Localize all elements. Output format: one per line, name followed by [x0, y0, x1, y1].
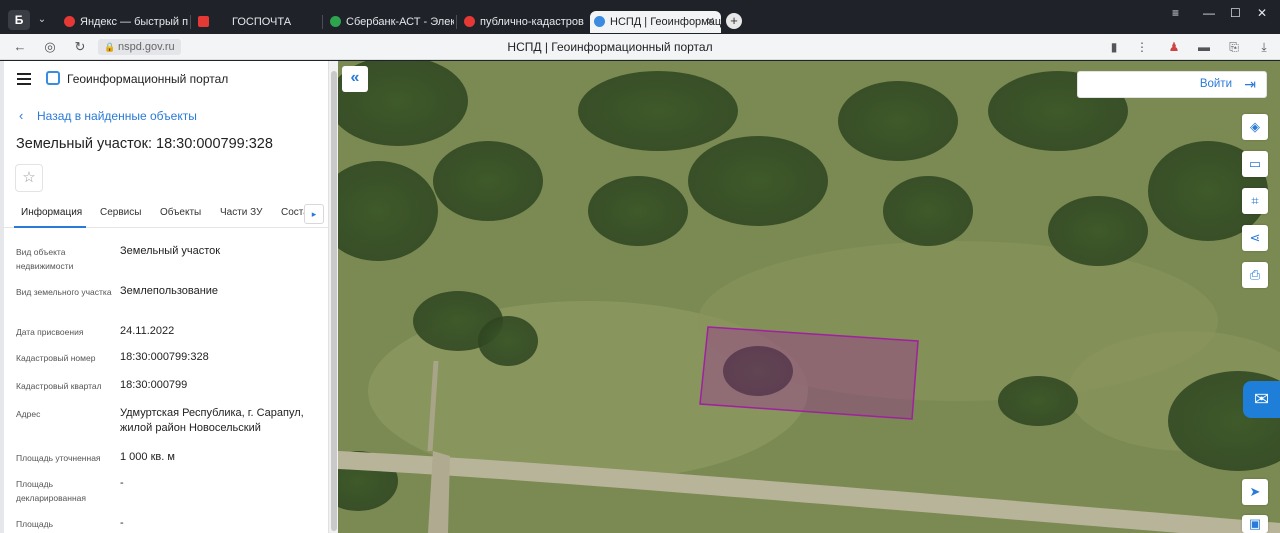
- downloads-icon[interactable]: ⤓: [1256, 39, 1272, 55]
- ruler-icon[interactable]: ▭: [1242, 151, 1268, 177]
- map-mode-icon[interactable]: ▣: [1242, 515, 1268, 533]
- tab-label: ГОСПОЧТА: [232, 16, 292, 28]
- tab-pkk[interactable]: публично-кадастровая к: [460, 11, 584, 33]
- tab-nspd[interactable]: НСПД | Геоинформаци ✕: [590, 11, 721, 33]
- nspd-favicon-icon: [594, 16, 605, 27]
- field-value: 18:30:000799: [120, 379, 188, 391]
- field-value: -: [120, 477, 124, 489]
- login-label: Войти: [1199, 78, 1232, 90]
- chevron-down-icon[interactable]: ⌄: [32, 10, 52, 30]
- active-tab-indicator: [14, 226, 86, 228]
- sidebar-icon[interactable]: ⎘: [1226, 39, 1242, 55]
- chat-support-icon[interactable]: ✉: [1243, 381, 1280, 418]
- field-label: Кадастровый номер: [16, 353, 96, 363]
- field-label: Площадь декларированная: [16, 479, 86, 503]
- gospochta-favicon-icon: [198, 16, 209, 27]
- browser-menu-icon[interactable]: ≡: [1172, 6, 1179, 20]
- geolocation-icon[interactable]: ➤: [1242, 479, 1268, 505]
- field-label: Вид земельного участка: [16, 287, 112, 297]
- maximize-icon[interactable]: ☐: [1230, 6, 1241, 20]
- hamburger-menu-icon[interactable]: [17, 73, 31, 85]
- field-value: Землепользование: [120, 285, 219, 297]
- field-value: Земельный участок: [120, 245, 221, 257]
- field-value: 18:30:000799:328: [120, 351, 209, 363]
- bookmark-icon[interactable]: ▮: [1106, 39, 1122, 55]
- tab-gospochta[interactable]: ГОСПОЧТА: [194, 11, 319, 33]
- login-icon: ⇥: [1244, 76, 1256, 92]
- field-value: 24.11.2022: [120, 325, 175, 337]
- field-value: Удмуртская Республика, г. Сарапул, жилой…: [120, 407, 304, 434]
- favorite-star-icon[interactable]: ☆: [15, 164, 43, 192]
- address-bar: ← ◎ ↻ 🔒 nspd.gov.ru НСПД | Геоинформацио…: [0, 34, 1280, 60]
- tab-objects[interactable]: Объекты: [160, 207, 201, 218]
- login-button[interactable]: Войти ⇥: [1077, 71, 1267, 98]
- portal-logo-icon: [46, 71, 60, 85]
- map-imagery: [338, 61, 1280, 533]
- field-label: Площадь уточненная: [16, 453, 101, 463]
- tab-label: Яндекс — быстрый поиск: [80, 16, 188, 28]
- portal-name: Геоинформационный портал: [67, 72, 229, 86]
- field-label: Площадь: [16, 519, 54, 529]
- tab-label: НСПД | Геоинформаци: [610, 16, 721, 28]
- chevron-left-icon[interactable]: ‹: [19, 108, 23, 123]
- collections-icon[interactable]: ▬: [1196, 39, 1212, 55]
- print-icon[interactable]: ⎙: [1242, 262, 1268, 288]
- field-value: -: [120, 517, 124, 529]
- select-area-icon[interactable]: ⌗: [1242, 188, 1268, 214]
- new-tab-button[interactable]: +: [726, 13, 742, 29]
- tab-label: Сбербанк-АСТ - Электро: [346, 16, 454, 28]
- page-title: НСПД | Геоинформационный портал: [507, 40, 713, 54]
- sberbank-favicon-icon: [330, 16, 341, 27]
- close-window-icon[interactable]: ✕: [1257, 6, 1267, 20]
- field-label: Адрес: [16, 409, 41, 419]
- field-label: Вид объекта недвижимости: [16, 247, 74, 271]
- land-parcel-outline[interactable]: [699, 326, 919, 420]
- tab-services[interactable]: Сервисы: [100, 207, 141, 218]
- minimize-icon[interactable]: —: [1203, 6, 1215, 20]
- tab-strip: Б ⌄ Яндекс — быстрый поиск ГОСПОЧТА Сбер…: [0, 0, 1280, 34]
- tab-yandex[interactable]: Яндекс — быстрый поиск: [60, 11, 188, 33]
- panel-edge: [0, 61, 4, 533]
- yandex-favicon-icon: [64, 16, 75, 27]
- yandex-favicon-icon: [464, 16, 475, 27]
- extension-icon[interactable]: ♟: [1166, 39, 1182, 55]
- tab-information[interactable]: Информация: [21, 207, 82, 218]
- scrollbar-thumb[interactable]: [331, 71, 337, 531]
- chevron-right-icon[interactable]: ▸: [304, 204, 324, 224]
- tab-sberbank-ast[interactable]: Сбербанк-АСТ - Электро: [326, 11, 454, 33]
- field-label: Кадастровый квартал: [16, 381, 102, 391]
- share-icon[interactable]: ⋖: [1242, 225, 1268, 251]
- more-icon[interactable]: ⋮: [1134, 39, 1150, 55]
- close-tab-icon[interactable]: ✕: [706, 11, 715, 33]
- yandex-browser-menu-button[interactable]: Б: [8, 10, 30, 30]
- tab-parts[interactable]: Части ЗУ: [220, 207, 262, 218]
- object-title: Земельный участок: 18:30:000799:328: [16, 136, 273, 152]
- tab-label: публично-кадастровая к: [480, 16, 584, 28]
- satellite-map[interactable]: [338, 61, 1280, 533]
- browser-window: Б ⌄ Яндекс — быстрый поиск ГОСПОЧТА Сбер…: [0, 0, 1280, 533]
- collapse-panel-button[interactable]: «: [342, 66, 368, 92]
- info-tabs: Информация Сервисы Объекты Части ЗУ Сост…: [0, 200, 328, 228]
- field-label: Дата присвоения: [16, 327, 84, 337]
- panel-scrollbar[interactable]: [328, 61, 338, 533]
- back-to-results-link[interactable]: Назад в найденные объекты: [37, 109, 197, 123]
- field-value: 1 000 кв. м: [120, 451, 175, 463]
- layers-icon[interactable]: ◈: [1242, 114, 1268, 140]
